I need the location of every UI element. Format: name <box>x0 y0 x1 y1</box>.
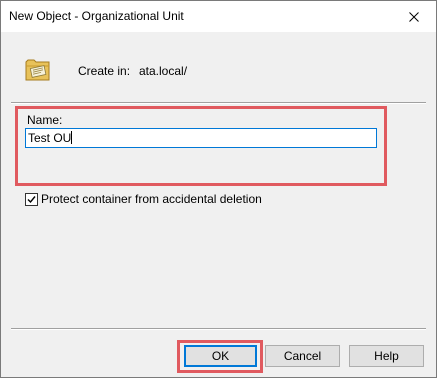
create-in-label: Create in: <box>78 64 131 78</box>
help-button-label: Help <box>374 349 399 363</box>
window-title: New Object - Organizational Unit <box>9 9 184 23</box>
protect-container-checkbox[interactable] <box>25 192 38 206</box>
dialog-body: Create in: ata.local/ Name: Test OU Prot… <box>1 32 436 377</box>
protect-container-option[interactable]: Protect container from accidental deleti… <box>25 192 262 206</box>
new-object-dialog: New Object - Organizational Unit Create … <box>0 0 437 378</box>
close-button[interactable] <box>391 1 436 32</box>
ok-button-label: OK <box>211 349 230 363</box>
text-caret <box>71 131 73 144</box>
create-in-path: ata.local/ <box>139 64 188 78</box>
checkmark-icon <box>27 195 36 203</box>
separator <box>11 328 426 330</box>
ok-button[interactable]: OK <box>184 345 257 367</box>
organizational-unit-folder-icon <box>25 59 50 81</box>
title-bar[interactable]: New Object - Organizational Unit <box>1 1 436 32</box>
close-icon <box>408 11 419 22</box>
cancel-button[interactable]: Cancel <box>265 345 340 367</box>
name-label: Name: <box>27 113 63 127</box>
name-input[interactable]: Test OU <box>25 128 377 148</box>
separator <box>11 102 426 104</box>
cancel-button-label: Cancel <box>283 349 322 363</box>
name-input-value: Test OU <box>28 131 72 145</box>
help-button[interactable]: Help <box>349 345 424 367</box>
protect-container-label: Protect container from accidental deleti… <box>41 192 262 206</box>
